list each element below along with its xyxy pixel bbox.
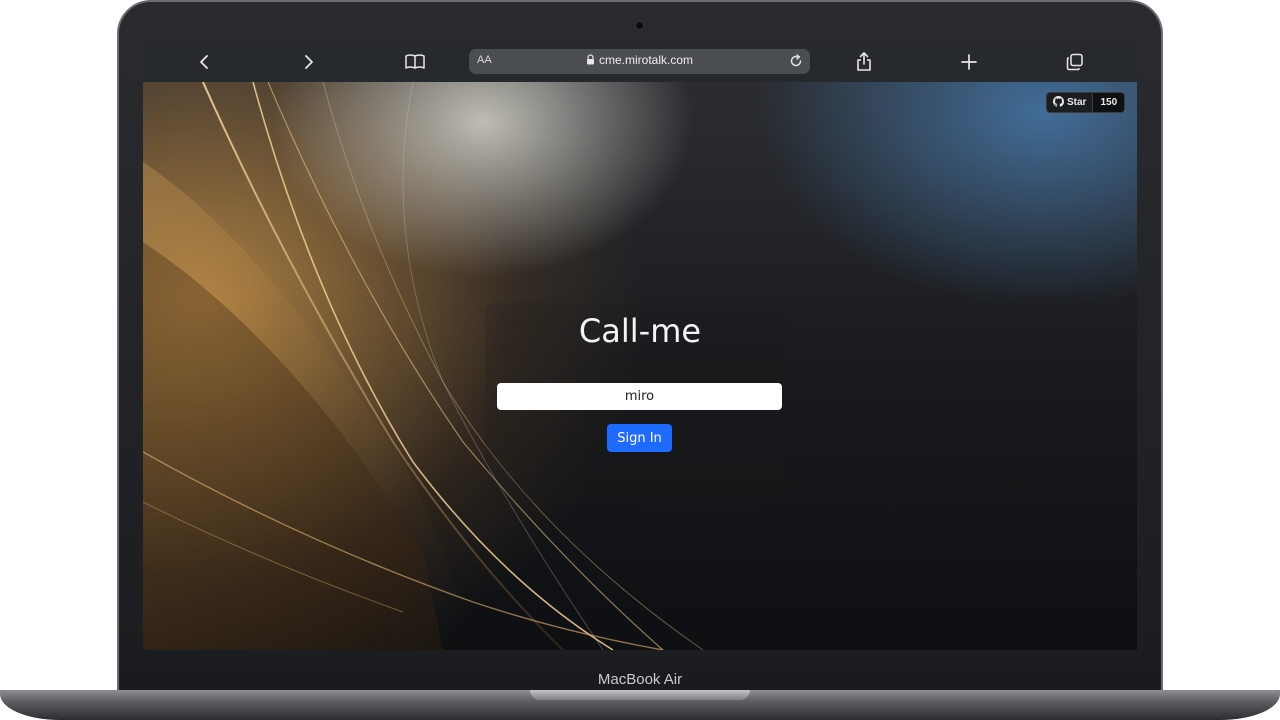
- laptop-hinge-notch: [530, 690, 750, 700]
- github-star-count[interactable]: 150: [1092, 93, 1125, 112]
- sign-in-button[interactable]: Sign In: [607, 424, 672, 452]
- github-star[interactable]: Star: [1047, 93, 1093, 112]
- username-input[interactable]: [497, 383, 782, 410]
- bookmarks-icon[interactable]: [403, 50, 427, 74]
- address-bar[interactable]: AA cme.mirotalk.com: [469, 49, 810, 74]
- new-tab-icon[interactable]: [957, 50, 981, 74]
- camera: [636, 22, 643, 29]
- github-star-button[interactable]: Star 150: [1046, 92, 1126, 113]
- laptop-scene: AA cme.mirotalk.com Star 150 Call-me mir…: [0, 0, 1280, 720]
- lock-icon: [586, 54, 595, 68]
- reload-icon[interactable]: [786, 51, 806, 71]
- forward-icon[interactable]: [297, 50, 321, 74]
- github-star-label: Star: [1067, 97, 1087, 108]
- web-page: Star 150 Call-me Sign In: [143, 82, 1137, 650]
- screen: AA cme.mirotalk.com Star 150 Call-me mir…: [143, 42, 1137, 650]
- browser-toolbar: AA cme.mirotalk.com: [143, 42, 1137, 82]
- device-label: MacBook Air: [597, 671, 683, 688]
- github-icon: [1053, 95, 1064, 110]
- share-icon[interactable]: [852, 50, 876, 74]
- tabs-icon[interactable]: [1063, 50, 1087, 74]
- url-text: cme.mirotalk.com: [598, 53, 693, 67]
- url-display[interactable]: cme.mirotalk.com: [469, 53, 810, 68]
- back-icon[interactable]: [192, 50, 216, 74]
- page-title: Call-me: [578, 312, 702, 350]
